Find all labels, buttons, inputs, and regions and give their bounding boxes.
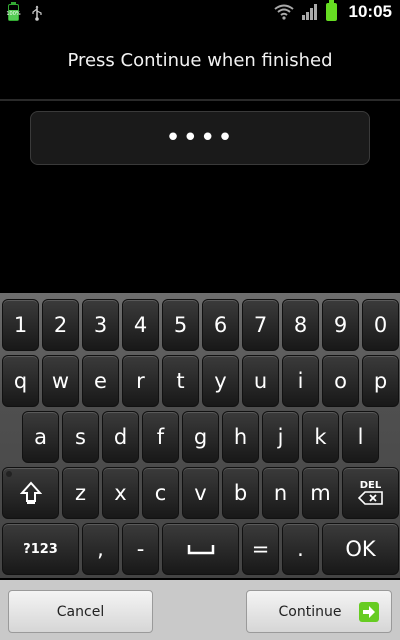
key-0[interactable]: 0: [362, 299, 399, 351]
key-h[interactable]: h: [222, 411, 259, 463]
continue-button[interactable]: Continue: [246, 590, 392, 633]
status-bar: 100% 10:05: [0, 0, 400, 25]
key-g[interactable]: g: [182, 411, 219, 463]
pin-masked-value: ••••: [165, 123, 235, 153]
key-6[interactable]: 6: [202, 299, 239, 351]
clock: 10:05: [348, 2, 392, 21]
key-3[interactable]: 3: [82, 299, 119, 351]
key-j[interactable]: j: [262, 411, 299, 463]
key-t[interactable]: t: [162, 355, 199, 407]
key-o[interactable]: o: [322, 355, 359, 407]
key-n[interactable]: n: [262, 467, 299, 519]
status-right: 10:05: [273, 0, 392, 22]
key-k[interactable]: k: [302, 411, 339, 463]
pin-input[interactable]: ••••: [30, 111, 370, 165]
divider: [0, 99, 400, 101]
delete-label: DEL: [359, 480, 382, 491]
ok-key[interactable]: OK: [322, 523, 399, 575]
space-key[interactable]: [162, 523, 239, 575]
key-7[interactable]: 7: [242, 299, 279, 351]
key-8[interactable]: 8: [282, 299, 319, 351]
key-e[interactable]: e: [82, 355, 119, 407]
wifi-icon: [273, 4, 294, 20]
key-u[interactable]: u: [242, 355, 279, 407]
key-9[interactable]: 9: [322, 299, 359, 351]
key-y[interactable]: y: [202, 355, 239, 407]
battery-percent-text: 100%: [6, 11, 21, 17]
usb-icon: [32, 5, 42, 21]
key-q[interactable]: q: [2, 355, 39, 407]
key-comma[interactable]: ,: [82, 523, 119, 575]
backspace-icon: [357, 491, 383, 505]
key-x[interactable]: x: [102, 467, 139, 519]
key-i[interactable]: i: [282, 355, 319, 407]
soft-keyboard: 1 2 3 4 5 6 7 8 9 0 q w e r t y u i o p …: [0, 293, 400, 578]
key-d[interactable]: d: [102, 411, 139, 463]
key-2[interactable]: 2: [42, 299, 79, 351]
continue-label: Continue: [278, 603, 342, 620]
space-bar-icon: [187, 545, 214, 555]
key-r[interactable]: r: [122, 355, 159, 407]
battery-small-icon: 100%: [6, 2, 21, 21]
key-b[interactable]: b: [222, 467, 259, 519]
cancel-label: Cancel: [56, 603, 105, 620]
instruction-text: Press Continue when finished: [67, 50, 333, 71]
key-equals[interactable]: =: [242, 523, 279, 575]
key-c[interactable]: c: [142, 467, 179, 519]
key-period[interactable]: .: [282, 523, 319, 575]
key-5[interactable]: 5: [162, 299, 199, 351]
key-v[interactable]: v: [182, 467, 219, 519]
key-p[interactable]: p: [362, 355, 399, 407]
key-f[interactable]: f: [142, 411, 179, 463]
key-4[interactable]: 4: [122, 299, 159, 351]
cancel-button[interactable]: Cancel: [8, 590, 153, 633]
key-l[interactable]: l: [342, 411, 379, 463]
key-w[interactable]: w: [42, 355, 79, 407]
shift-arrow-icon: [19, 481, 42, 504]
key-a[interactable]: a: [22, 411, 59, 463]
key-s[interactable]: s: [62, 411, 99, 463]
bottom-button-bar: Cancel Continue: [0, 580, 400, 640]
delete-key[interactable]: DEL: [342, 467, 399, 519]
key-1[interactable]: 1: [2, 299, 39, 351]
shift-key[interactable]: [2, 467, 59, 519]
signal-icon: [301, 4, 317, 20]
key-z[interactable]: z: [62, 467, 99, 519]
key-dash[interactable]: -: [122, 523, 159, 575]
status-left: 100%: [6, 2, 43, 21]
caps-indicator: [6, 471, 12, 477]
battery-icon: [325, 0, 337, 21]
symbols-key[interactable]: ?123: [2, 523, 79, 575]
arrow-right-icon: [359, 602, 379, 622]
key-m[interactable]: m: [302, 467, 339, 519]
